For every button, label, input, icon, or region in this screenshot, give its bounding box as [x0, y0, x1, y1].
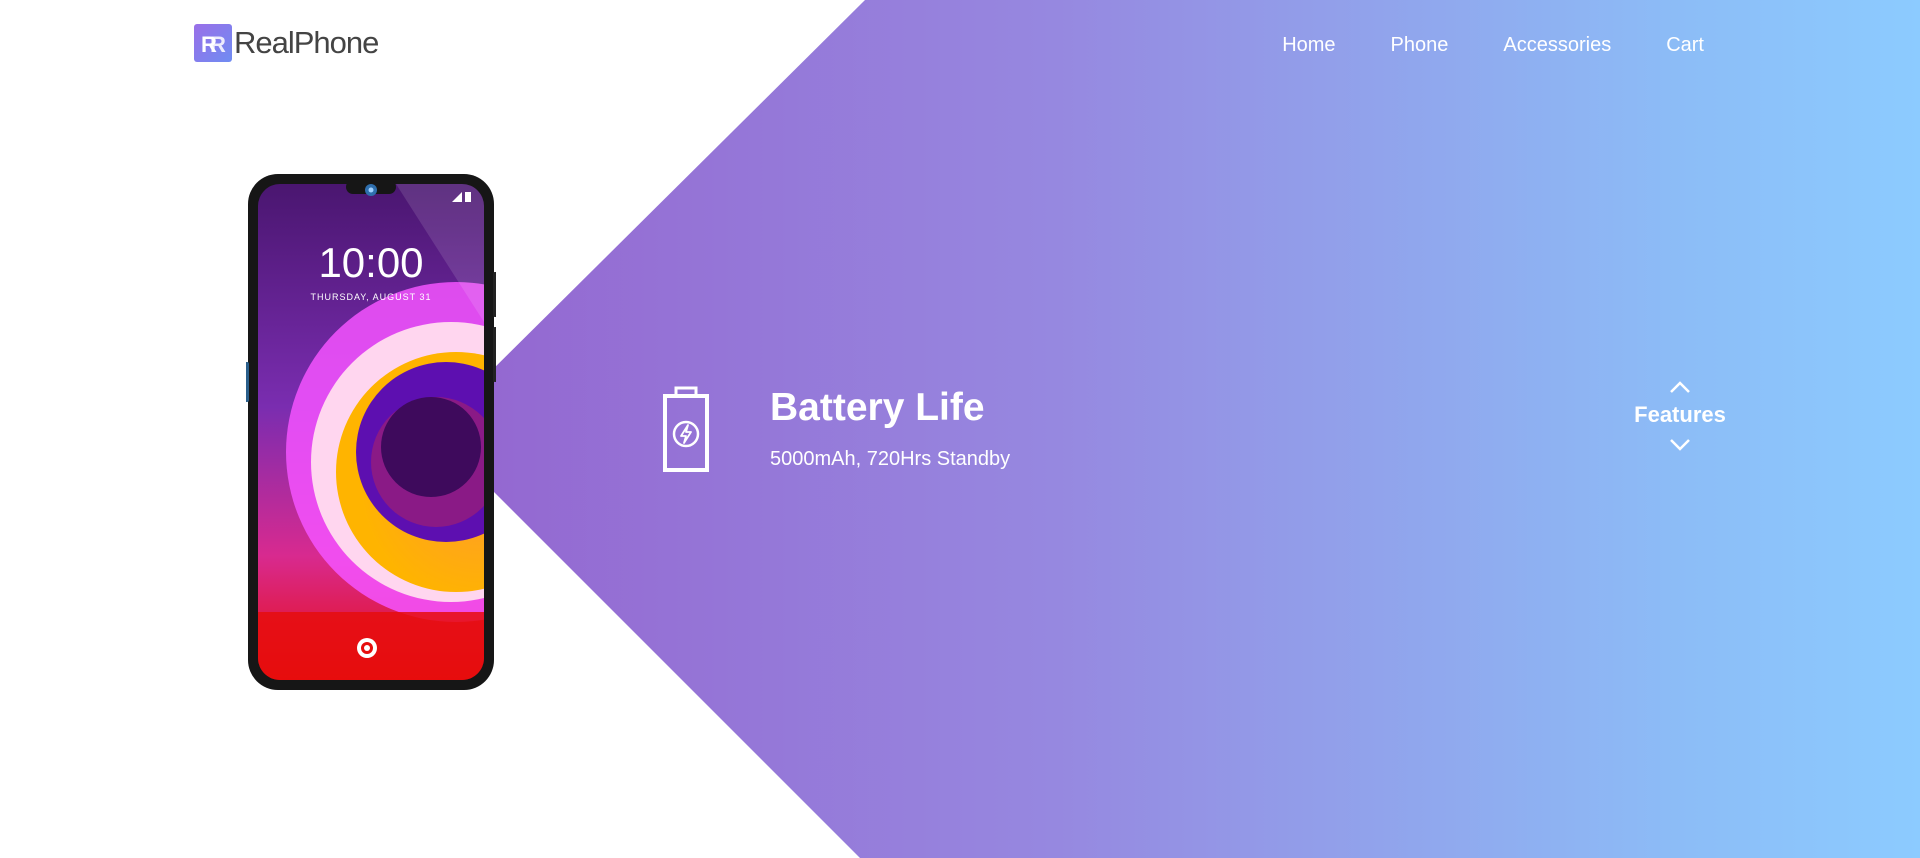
features-label: Features: [1634, 402, 1726, 427]
chevron-up-icon[interactable]: [1668, 380, 1692, 394]
chevron-down-icon[interactable]: [1668, 438, 1692, 452]
brand-name: RealPhone: [234, 25, 379, 60]
logo-mark-icon: R R: [194, 24, 232, 62]
nav-accessories[interactable]: Accessories: [1503, 34, 1611, 57]
phone-clock-text: 10:00: [318, 239, 423, 286]
nav-phone[interactable]: Phone: [1391, 34, 1449, 57]
feature-description: 5000mAh, 720Hrs Standby: [770, 448, 1011, 470]
phone-date-text: THURSDAY, AUGUST 31: [310, 292, 431, 302]
nav-cart[interactable]: Cart: [1666, 34, 1704, 57]
phone-product-image: 10:00 THURSDAY, AUGUST 31: [244, 172, 498, 692]
features-carousel-nav: Features: [1620, 380, 1740, 452]
main-nav: Home Phone Accessories Cart: [1282, 34, 1704, 57]
battery-charging-icon: [663, 386, 709, 477]
feature-title: Battery Life: [770, 386, 985, 429]
nav-home[interactable]: Home: [1282, 34, 1335, 57]
svg-text:R: R: [210, 32, 226, 56]
brand-logo[interactable]: R R RealPhone: [194, 24, 379, 62]
